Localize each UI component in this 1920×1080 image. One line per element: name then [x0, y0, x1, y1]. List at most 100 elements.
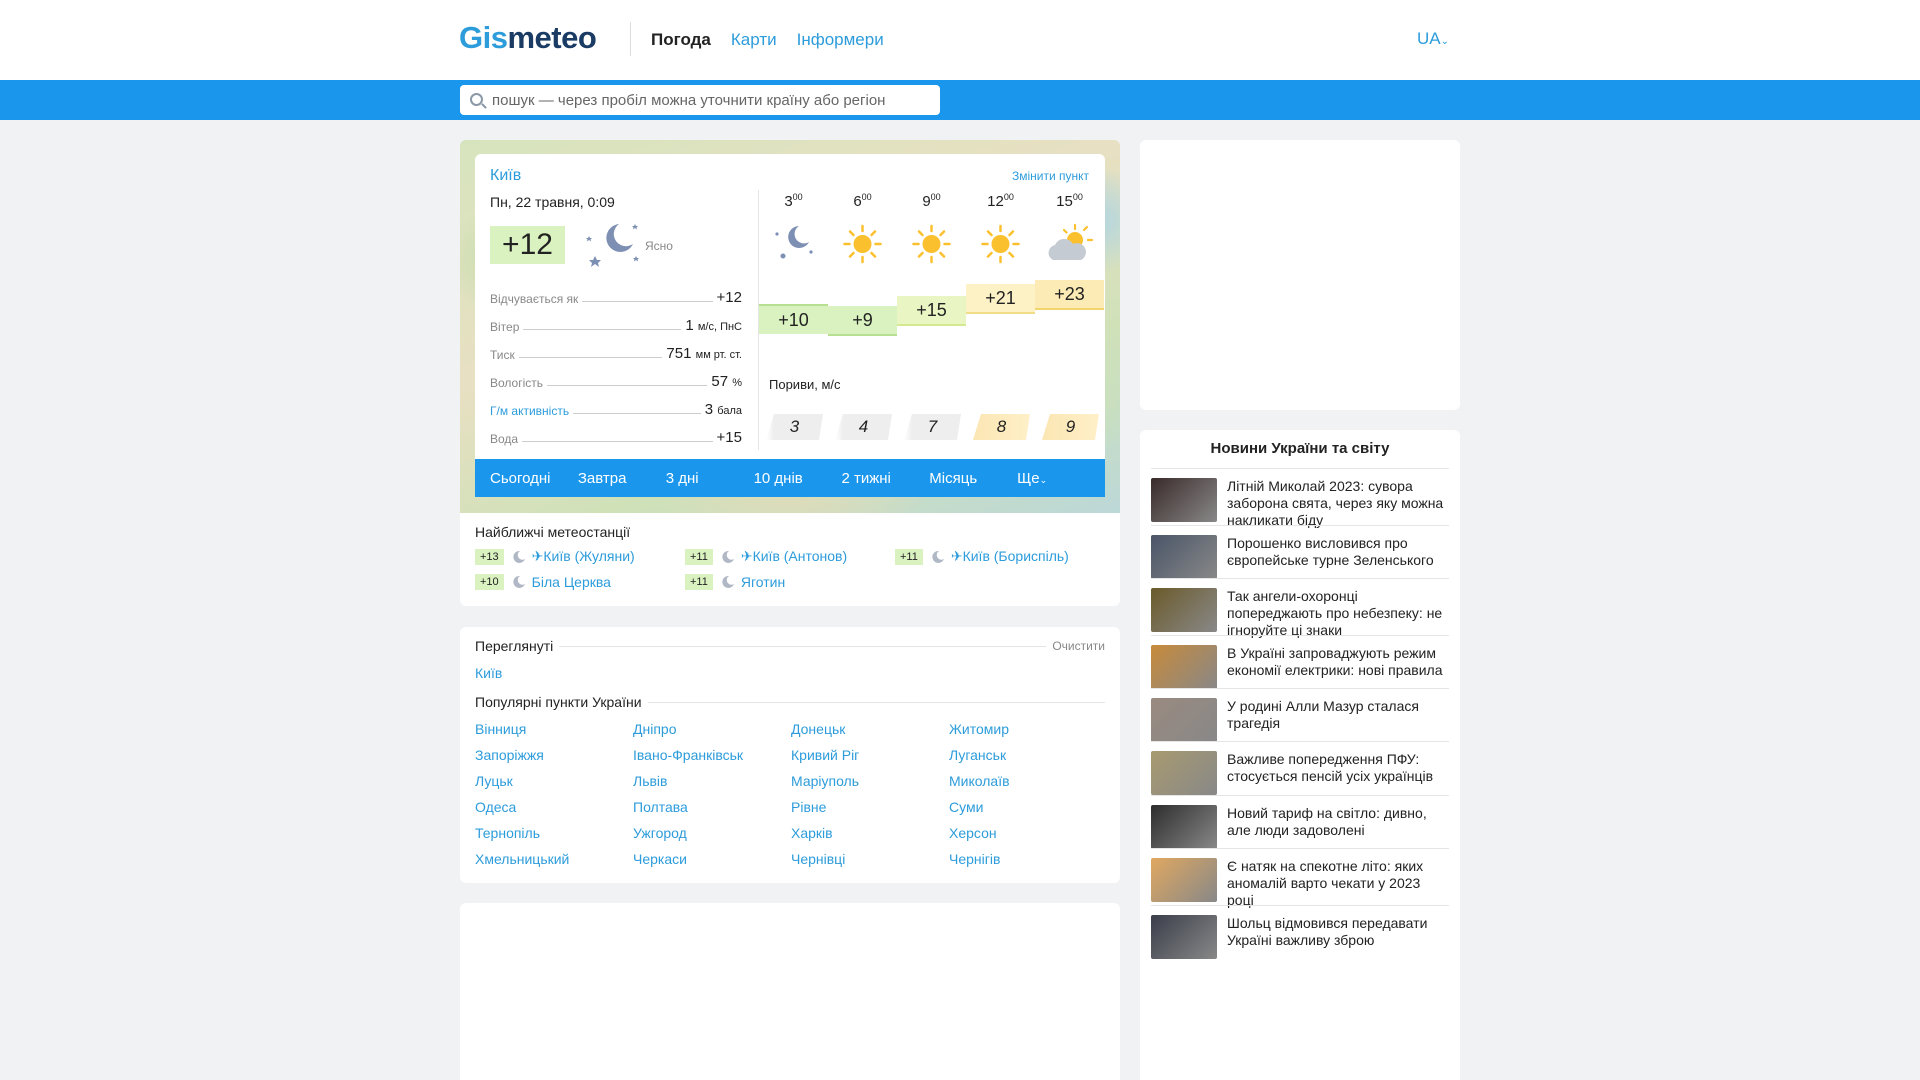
city-link[interactable]: Івано-Франківськ — [633, 747, 791, 764]
news-item[interactable]: Літній Миколай 2023: сувора заборона свя… — [1151, 468, 1449, 529]
city-link[interactable]: Запоріжжя — [475, 747, 633, 764]
visited-city-link[interactable]: Київ — [475, 665, 502, 681]
city-link[interactable]: Житомир — [949, 721, 1107, 738]
city-link[interactable]: Чернівці — [791, 851, 949, 868]
hour-label: 1500 — [1056, 192, 1083, 210]
nav-maps[interactable]: Карти — [731, 30, 777, 50]
news-thumbnail[interactable] — [1151, 805, 1217, 849]
geomagnetic-link[interactable]: Г/м активність — [490, 404, 574, 418]
news-item[interactable]: Новий тариф на світло: дивно, але люди з… — [1151, 795, 1449, 849]
city-link[interactable]: Полтава — [633, 799, 791, 816]
station-item[interactable]: +13 ✈Київ (Жуляни) — [475, 548, 635, 565]
sun-icon — [981, 224, 1020, 264]
city-link[interactable]: Луганськ — [949, 747, 1107, 764]
nav-weather[interactable]: Погода — [651, 30, 711, 50]
city-link[interactable]: Херсон — [949, 825, 1107, 842]
search-input[interactable] — [492, 91, 922, 109]
moon-icon — [513, 550, 525, 563]
city-link[interactable]: Черкаси — [633, 851, 791, 868]
station-item[interactable]: +11 ✈Київ (Бориспіль) — [895, 548, 1069, 565]
hour-label: 300 — [784, 192, 803, 210]
hour-temp: +9 — [828, 306, 897, 336]
city-link[interactable]: Одеса — [475, 799, 633, 816]
moon-icon — [722, 550, 734, 563]
nearest-stations: Найближчі метеостанції +13 ✈Київ (Жуляни)… — [460, 513, 1120, 606]
news-item[interactable]: Є натяк на спекотне літо: яких аномалій … — [1151, 848, 1449, 909]
news-thumbnail[interactable] — [1151, 858, 1217, 902]
news-headline[interactable]: В Україні запроваджують режим економії е… — [1227, 645, 1449, 689]
station-link[interactable]: Яготин — [741, 574, 785, 590]
param-value: +12 — [716, 289, 742, 306]
gusts-label: Пориви, м/с — [769, 377, 841, 392]
city-link[interactable]: Рівне — [791, 799, 949, 816]
nav-informers[interactable]: Інформери — [797, 30, 884, 50]
weather-params: Відчувається як +12 Вітер 1 м/с, ПнС Тиск 7… — [490, 278, 742, 446]
news-item[interactable]: Шольц відмовився передавати Україні важл… — [1151, 905, 1449, 959]
news-thumbnail[interactable] — [1151, 751, 1217, 795]
tab-today[interactable]: Сьогодні — [490, 470, 578, 487]
news-thumbnail[interactable] — [1151, 915, 1217, 959]
city-link[interactable]: Вінниця — [475, 721, 633, 738]
station-link[interactable]: ✈Київ (Жуляни) — [532, 548, 635, 565]
tab-10-days[interactable]: 10 днів — [754, 470, 842, 487]
tab-more[interactable]: Ще⌄ — [1017, 470, 1105, 487]
news-item[interactable]: В Україні запроваджують режим економії е… — [1151, 635, 1449, 689]
news-thumbnail[interactable] — [1151, 588, 1217, 632]
city-link[interactable]: Маріуполь — [791, 773, 949, 790]
station-item[interactable]: +11 ✈Київ (Антонов) — [685, 548, 847, 565]
news-item[interactable]: Важливе попередження ПФУ: стосується пен… — [1151, 741, 1449, 795]
param-label: Відчувається як — [490, 292, 583, 306]
param-label: Вітер — [490, 320, 524, 334]
param-value: 57 % — [711, 373, 742, 390]
city-link[interactable]: Суми — [949, 799, 1107, 816]
city-link[interactable]: Тернопіль — [475, 825, 633, 842]
news-headline[interactable]: Є натяк на спекотне літо: яких аномалій … — [1227, 858, 1449, 909]
change-location-link[interactable]: Змінити пункт — [1012, 169, 1089, 183]
tab-tomorrow[interactable]: Завтра — [578, 470, 666, 487]
news-thumbnail[interactable] — [1151, 535, 1217, 579]
language-switch[interactable]: UA⌄ — [1417, 29, 1449, 49]
city-link[interactable]: Ужгород — [633, 825, 791, 842]
tab-month[interactable]: Місяць — [929, 470, 1017, 487]
station-temp: +11 — [685, 574, 713, 590]
news-item[interactable]: Порошенко висловився про європейське тур… — [1151, 525, 1449, 579]
param-value: +15 — [716, 429, 742, 446]
news-headline[interactable]: Важливе попередження ПФУ: стосується пен… — [1227, 751, 1449, 795]
city-link[interactable]: Миколаїв — [949, 773, 1107, 790]
station-item[interactable]: +11 Яготин — [685, 574, 785, 590]
station-link[interactable]: ✈Київ (Антонов) — [741, 548, 847, 565]
gismeteo-logo[interactable]: Gismeteo — [459, 20, 597, 56]
city-link[interactable]: Львів — [633, 773, 791, 790]
city-link[interactable]: Луцьк — [475, 773, 633, 790]
station-temp: +10 — [475, 574, 504, 590]
news-headline[interactable]: Літній Миколай 2023: сувора заборона свя… — [1227, 478, 1449, 529]
tab-3-days[interactable]: 3 дні — [666, 470, 754, 487]
city-link[interactable]: Дніпро — [633, 721, 791, 738]
hour-temp: +10 — [759, 304, 828, 334]
news-item[interactable]: Так ангели-охоронці попереджають про неб… — [1151, 578, 1449, 639]
news-headline[interactable]: Новий тариф на світло: дивно, але люди з… — [1227, 805, 1449, 849]
clear-history-button[interactable]: Очистити — [1046, 639, 1105, 653]
station-item[interactable]: +10 Біла Церква — [475, 574, 611, 590]
news-headline[interactable]: Шольц відмовився передавати Україні важл… — [1227, 915, 1449, 959]
city-link[interactable]: Хмельницький — [475, 851, 633, 868]
news-item[interactable]: У родині Алли Мазур сталася трагедія — [1151, 688, 1449, 742]
moon-icon — [722, 575, 734, 588]
search-box[interactable] — [460, 85, 940, 115]
city-name[interactable]: Київ — [490, 167, 521, 185]
news-headline[interactable]: У родині Алли Мазур сталася трагедія — [1227, 698, 1449, 742]
news-thumbnail[interactable] — [1151, 698, 1217, 742]
news-thumbnail[interactable] — [1151, 645, 1217, 689]
news-headline[interactable]: Порошенко висловився про європейське тур… — [1227, 535, 1449, 579]
station-link[interactable]: Біла Церква — [532, 574, 611, 590]
tab-2-weeks[interactable]: 2 тижні — [841, 470, 929, 487]
station-link[interactable]: ✈Київ (Бориспіль) — [951, 548, 1069, 565]
city-link[interactable]: Чернігів — [949, 851, 1107, 868]
city-link[interactable]: Харків — [791, 825, 949, 842]
news-thumbnail[interactable] — [1151, 478, 1217, 522]
news-headline[interactable]: Так ангели-охоронці попереджають про неб… — [1227, 588, 1449, 639]
city-link[interactable]: Донецьк — [791, 721, 949, 738]
sun-icon — [843, 224, 882, 264]
divider — [475, 646, 1105, 647]
city-link[interactable]: Кривий Ріг — [791, 747, 949, 764]
